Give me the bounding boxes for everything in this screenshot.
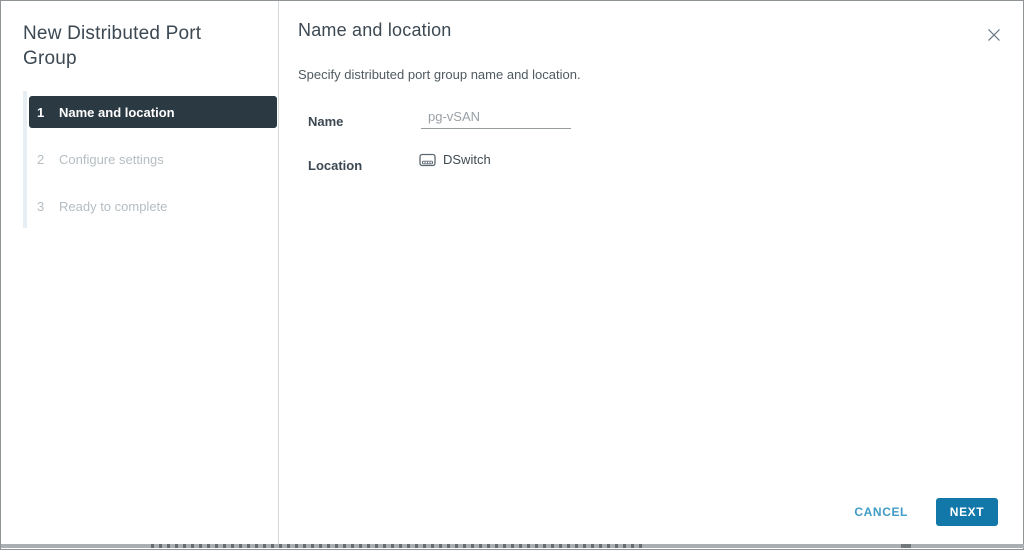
name-field-label: Name	[308, 114, 344, 129]
wizard-step-ready-to-complete[interactable]: 3 Ready to complete	[29, 190, 277, 222]
dswitch-icon	[419, 153, 436, 166]
location-text: DSwitch	[443, 152, 491, 167]
location-value: DSwitch	[419, 152, 491, 167]
wizard-step-configure-settings[interactable]: 2 Configure settings	[29, 143, 277, 175]
new-distributed-port-group-dialog: New Distributed Port Group 1 Name and lo…	[0, 0, 1024, 550]
background-page-edge	[1, 544, 1024, 548]
step-label: Ready to complete	[59, 198, 168, 214]
name-input[interactable]	[421, 107, 571, 129]
step-label: Configure settings	[59, 151, 164, 167]
next-button[interactable]: NEXT	[936, 498, 998, 526]
close-button[interactable]	[984, 25, 1004, 45]
step-number: 1	[37, 104, 45, 120]
wizard-step-name-and-location[interactable]: 1 Name and location	[29, 96, 277, 128]
location-field-label: Location	[308, 158, 363, 173]
step-description: Specify distributed port group name and …	[298, 67, 581, 82]
close-icon	[988, 29, 1000, 41]
steps-progress-track	[23, 91, 27, 228]
dialog-title: New Distributed Port Group	[23, 23, 202, 70]
dialog-footer: CANCEL NEXT	[852, 498, 998, 526]
wizard-sidebar: New Distributed Port Group 1 Name and lo…	[1, 1, 278, 544]
cancel-button[interactable]: CANCEL	[852, 499, 910, 525]
sidebar-divider	[278, 1, 279, 544]
step-number: 3	[37, 198, 45, 214]
step-number: 2	[37, 151, 45, 167]
page-title: Name and location	[298, 20, 452, 40]
background-page-text-artifact	[151, 544, 646, 548]
background-page-text-artifact	[901, 544, 911, 548]
step-label: Name and location	[59, 104, 175, 120]
